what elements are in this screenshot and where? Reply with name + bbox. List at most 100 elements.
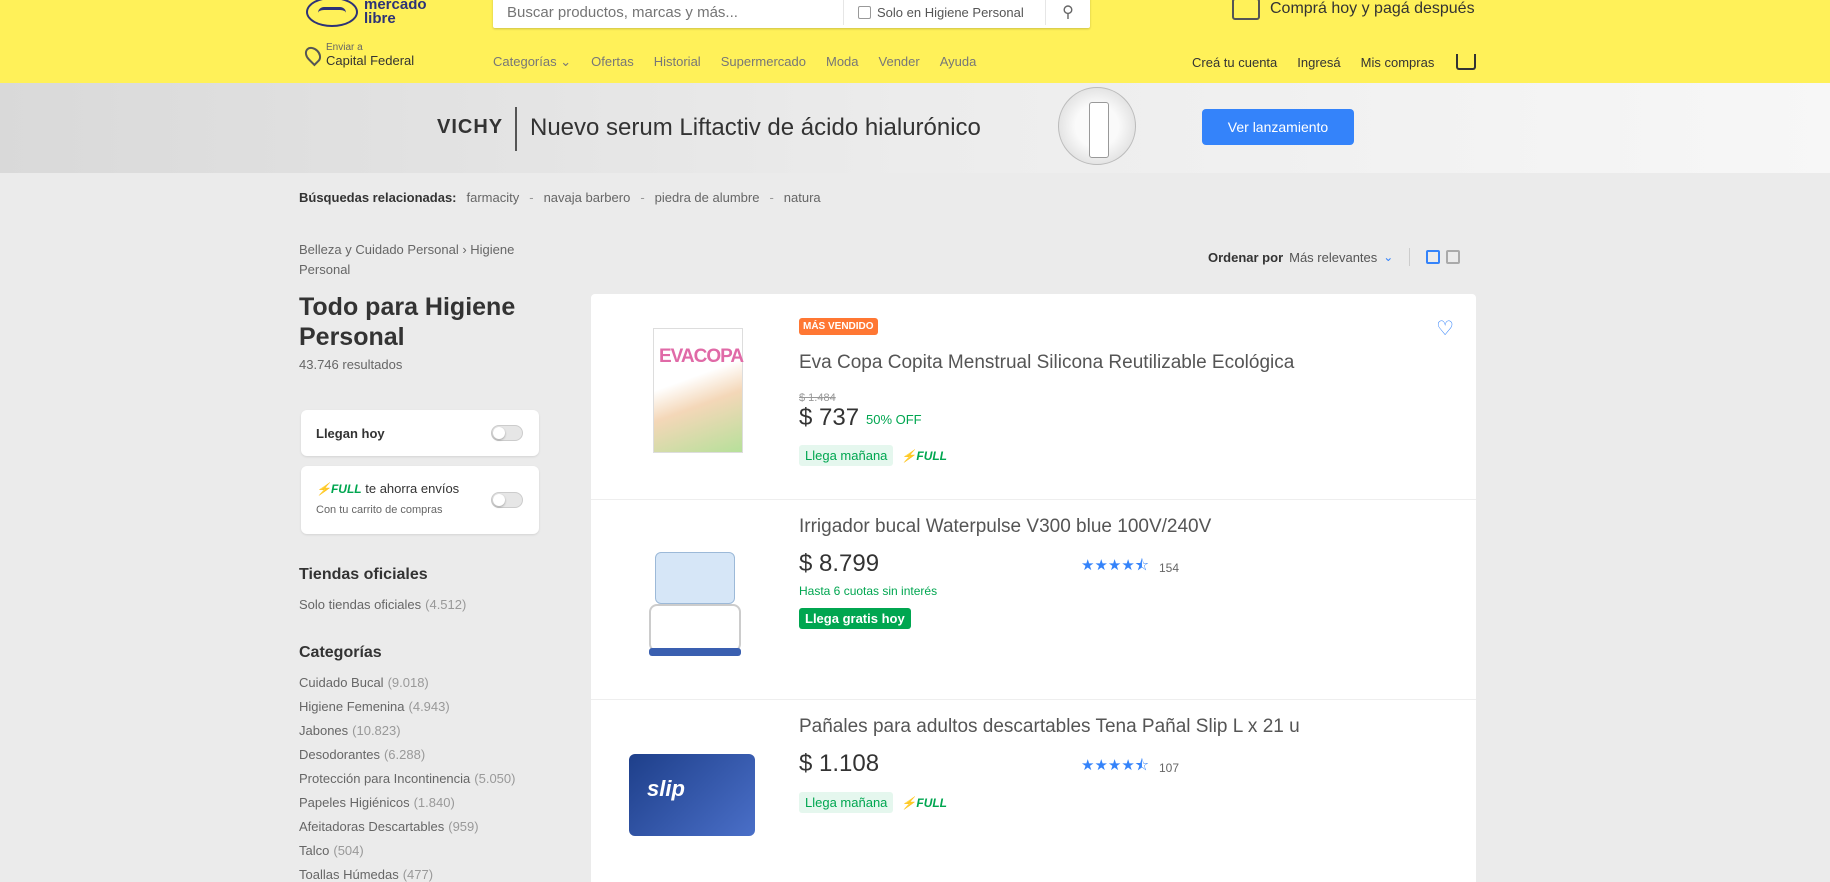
sort-select[interactable]: Más relevantes [1289, 250, 1377, 265]
shipping-tag: Llega gratis hoy [799, 608, 911, 629]
arrive-today-toggle[interactable] [491, 425, 523, 441]
star-icon: ★★★★⯪ [1081, 757, 1149, 774]
installments-text: Hasta 6 cuotas sin interés [799, 584, 938, 598]
full-filter-label: te ahorra envíos [365, 481, 460, 496]
nav-categorias[interactable]: Categorías ⌄ [493, 54, 571, 70]
serum-bottle-image [1058, 87, 1136, 165]
full-filter[interactable]: ⚡FULL te ahorra envíos Con tu carrito de… [301, 466, 539, 534]
related-link[interactable]: piedra de alumbre [655, 190, 760, 205]
list-item[interactable]: Irrigador bucal Waterpulse V300 blue 100… [591, 500, 1476, 700]
nav-ayuda[interactable]: Ayuda [940, 54, 977, 70]
full-logo: ⚡FULL [901, 448, 948, 463]
category-filter[interactable]: Talco (504) [299, 843, 364, 858]
location-label: Enviar a [326, 42, 363, 53]
product-base-art [649, 604, 741, 652]
mercadolibre-logo[interactable]: mercado libre [306, 0, 446, 28]
related-link[interactable]: navaja barbero [544, 190, 631, 205]
product-stripe-art [649, 648, 741, 656]
breadcrumb[interactable]: Belleza y Cuidado Personal › Higiene Per… [299, 240, 549, 280]
product-tank-art [655, 552, 735, 604]
logo-text-2: libre [364, 10, 396, 27]
search-bar: Solo en Higiene Personal ⚲ [493, 0, 1090, 28]
banner-cta-button[interactable]: Ver lanzamiento [1202, 109, 1354, 145]
best-seller-badge: MÁS VENDIDO [799, 318, 878, 335]
product-title[interactable]: Eva Copa Copita Menstrual Silicona Reuti… [799, 352, 1294, 374]
product-title[interactable]: Pañales para adultos descartables Tena P… [799, 716, 1300, 738]
old-price: $ 1.484 [799, 392, 836, 404]
banner-divider [515, 107, 517, 151]
official-stores-filter[interactable]: Solo tiendas oficiales (4.512) [299, 597, 466, 612]
header: mercado libre Solo en Higiene Personal ⚲… [0, 0, 1830, 83]
sort-divider [1409, 248, 1411, 266]
grid-view-icon[interactable] [1446, 250, 1461, 264]
category-filter[interactable]: Protección para Incontinencia (5.050) [299, 771, 515, 786]
search-category-filter[interactable]: Solo en Higiene Personal [844, 5, 1045, 20]
categories-heading: Categorías [299, 644, 382, 661]
nav-moda[interactable]: Moda [826, 54, 859, 70]
nav-supermercado[interactable]: Supermercado [721, 54, 806, 70]
category-filter[interactable]: Afeitadoras Descartables (959) [299, 819, 479, 834]
checkbox-icon[interactable] [858, 5, 871, 19]
list-view-icon[interactable] [1426, 250, 1441, 264]
search-input[interactable] [493, 0, 843, 28]
search-button[interactable]: ⚲ [1046, 0, 1090, 28]
sort-bar: Ordenar por Más relevantes ⌄ [1208, 248, 1461, 266]
product-title[interactable]: Irrigador bucal Waterpulse V300 blue 100… [799, 516, 1211, 538]
category-filter[interactable]: Papeles Higiénicos (1.840) [299, 795, 455, 810]
list-item[interactable]: EVACOPA MÁS VENDIDO Eva Copa Copita Mens… [591, 294, 1476, 500]
official-stores-heading: Tiendas oficiales [299, 566, 428, 583]
cart-icon[interactable] [1456, 54, 1477, 70]
arrive-today-filter[interactable]: Llegan hoy [301, 410, 539, 456]
category-filter[interactable]: Desodorantes (6.288) [299, 747, 425, 762]
promo-banner[interactable]: VICHY Nuevo serum Liftactiv de ácido hia… [0, 83, 1830, 173]
related-link[interactable]: farmacity [467, 190, 520, 205]
main-nav: Categorías ⌄ Ofertas Historial Supermerc… [493, 54, 976, 70]
related-link[interactable]: natura [784, 190, 821, 205]
review-count: 107 [1159, 760, 1180, 775]
arrive-today-label: Llegan hoy [316, 426, 385, 441]
full-logo: ⚡FULL [901, 795, 948, 810]
results-list: EVACOPA MÁS VENDIDO Eva Copa Copita Mens… [591, 294, 1476, 882]
category-filter[interactable]: Toallas Húmedas (477) [299, 867, 433, 882]
product-image[interactable]: EVACOPA [613, 318, 753, 458]
shipping-tag: Llega mañana [799, 792, 894, 813]
results-count: 43.746 resultados [299, 357, 403, 372]
category-filter[interactable]: Jabones (10.823) [299, 723, 401, 738]
sort-label: Ordenar por [1208, 249, 1284, 265]
login-link[interactable]: Ingresá [1297, 55, 1340, 70]
handshake-icon [306, 0, 358, 27]
product-price: $ 737 [799, 404, 860, 431]
nav-vender[interactable]: Vender [879, 54, 920, 70]
product-image[interactable] [613, 530, 753, 670]
search-icon: ⚲ [1062, 4, 1074, 21]
promo-link[interactable]: Comprá hoy y pagá después [1232, 0, 1475, 20]
discount-label: 50% OFF [866, 412, 922, 427]
shipping-info: Llega gratis hoy [799, 608, 911, 629]
full-toggle[interactable] [491, 492, 523, 508]
list-item[interactable]: slip Pañales para adultos descartables T… [591, 700, 1476, 882]
star-icon: ★★★★⯪ [1081, 557, 1149, 574]
category-filter[interactable]: Cuidado Bucal (9.018) [299, 675, 429, 690]
location-pin-icon [301, 43, 325, 67]
category-filter[interactable]: Higiene Femenina (4.943) [299, 699, 450, 714]
chevron-down-icon[interactable]: ⌄ [1383, 250, 1393, 264]
delivery-location[interactable]: Enviar a Capital Federal [301, 42, 414, 68]
heart-icon[interactable]: ♡ [1436, 316, 1454, 341]
product-brand-text: EVACOPA [659, 346, 744, 367]
rating-stars: ★★★★⯪ 107 [1081, 755, 1179, 780]
related-label: Búsquedas relacionadas: [299, 190, 457, 205]
separator-dot: - [640, 190, 645, 205]
account-nav: Creá tu cuenta Ingresá Mis compras [1192, 54, 1477, 70]
related-searches: Búsquedas relacionadas: farmacity - nava… [299, 190, 821, 205]
promo-text: Comprá hoy y pagá después [1270, 0, 1475, 17]
banner-brand: VICHY [437, 116, 504, 138]
review-count: 154 [1159, 560, 1180, 575]
nav-historial[interactable]: Historial [654, 54, 701, 70]
shipping-info: Llega mañana ⚡FULL [799, 792, 947, 813]
create-account-link[interactable]: Creá tu cuenta [1192, 55, 1277, 70]
product-image[interactable]: slip [613, 726, 755, 866]
search-filter-label: Solo en Higiene Personal [877, 4, 1024, 20]
my-purchases-link[interactable]: Mis compras [1361, 55, 1435, 70]
nav-ofertas[interactable]: Ofertas [591, 54, 634, 70]
product-brand-text: slip [647, 776, 685, 801]
